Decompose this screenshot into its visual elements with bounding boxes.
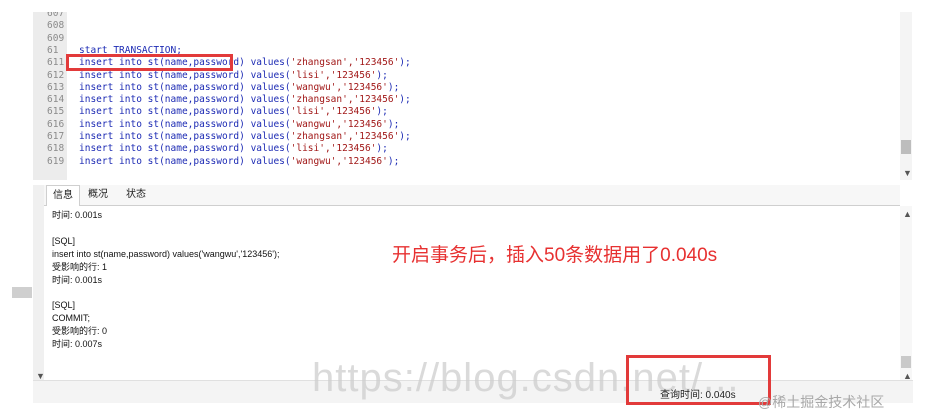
code-token: 'zhangsan','123456'	[290, 94, 400, 106]
message-line: 时间: 0.001s	[52, 210, 103, 220]
message-scroll-up-arrow-icon[interactable]: ▲	[903, 209, 912, 219]
code-text: insert into st(name,password) values('wa…	[79, 119, 399, 131]
code-token: insert into st(name,password) values(	[79, 69, 291, 81]
line-number: 607	[47, 12, 65, 19]
message-scroll-thumb[interactable]	[901, 356, 911, 368]
code-token: insert into st(name,password) values(	[79, 155, 291, 167]
code-text: insert into st(name,password) values('zh…	[79, 94, 411, 106]
editor-scroll-down-arrow-icon[interactable]: ▼	[903, 168, 912, 178]
code-token: 'wangwu','123456'	[290, 155, 388, 167]
code-token: 'zhangsan','123456'	[290, 131, 400, 142]
code-line[interactable]: 608	[33, 20, 893, 32]
code-token: insert into st(name,password) values(	[79, 131, 291, 142]
sql-editor[interactable]: 607 608 609 61 start TRANSACTION; 611 insert i…	[33, 12, 900, 180]
editor-scrollbar[interactable]	[900, 12, 912, 180]
code-token: );	[376, 106, 388, 118]
editor-scroll-thumb[interactable]	[901, 140, 911, 154]
status-scroll-up-arrow-icon[interactable]: ▲	[903, 371, 912, 381]
message-pane	[44, 206, 900, 380]
credit-text: @稀土掘金技术社区	[758, 394, 885, 410]
line-number: 609	[47, 32, 65, 44]
code-token: 'wangwu','123456'	[290, 81, 388, 93]
line-number: 617	[47, 131, 65, 142]
code-line[interactable]: 613 insert into st(name,password) values(…	[33, 82, 893, 94]
code-token: );	[387, 118, 400, 130]
code-line[interactable]: 619 insert into st(name,password) values(…	[33, 156, 893, 168]
transaction-highlight-box	[66, 54, 233, 71]
line-number: 615	[47, 106, 65, 118]
code-token: );	[387, 81, 400, 93]
code-text: insert into st(name,password) values('li…	[79, 106, 388, 118]
code-line[interactable]: 617 insert into st(name,password) values(…	[33, 131, 893, 143]
message-line: COMMIT;	[52, 313, 90, 323]
code-line[interactable]: 616 insert into st(name,password) values(…	[33, 119, 893, 131]
line-number: 619	[47, 155, 65, 167]
message-line: 时间: 0.001s	[52, 275, 103, 285]
code-token: insert into st(name,password) values(	[79, 143, 291, 155]
code-token: 'lisi','123456'	[290, 143, 377, 155]
code-line[interactable]: 612 insert into st(name,password) values(…	[33, 70, 893, 82]
tab-info[interactable]: 信息	[46, 185, 80, 207]
code-token: );	[376, 69, 388, 81]
line-number: 614	[47, 94, 65, 106]
code-text: insert into st(name,password) values('li…	[79, 70, 388, 82]
tab-status[interactable]: 状态	[120, 185, 152, 205]
code-token: 'zhangsan','123456'	[290, 57, 400, 69]
line-number: 608	[47, 20, 65, 32]
line-number: 61	[47, 44, 59, 56]
code-text: insert into st(name,password) values('zh…	[79, 131, 411, 143]
code-token: insert into st(name,password) values(	[79, 81, 291, 93]
result-left-edge	[33, 185, 44, 380]
message-line: 时间: 0.007s	[52, 339, 103, 349]
code-token: 'wangwu','123456'	[290, 118, 388, 130]
message-line: 受影响的行: 0	[52, 326, 108, 336]
code-line[interactable]: 607	[33, 12, 893, 20]
side-panel-handle[interactable]	[12, 287, 32, 298]
line-number: 616	[47, 118, 65, 130]
code-line[interactable]: 615 insert into st(name,password) values(…	[33, 106, 893, 118]
message-scrollbar[interactable]	[900, 206, 912, 380]
code-token: insert into st(name,password) values(	[79, 118, 291, 130]
code-line[interactable]: 609	[33, 33, 893, 45]
line-number: 618	[47, 143, 65, 155]
code-token: insert into st(name,password) values(	[79, 106, 291, 118]
code-token: );	[399, 57, 411, 69]
code-token: );	[387, 155, 400, 167]
line-number: 612	[47, 69, 65, 81]
code-token: );	[399, 131, 411, 142]
code-line[interactable]: 614 insert into st(name,password) values(…	[33, 94, 893, 106]
code-token: insert into st(name,password) values(	[79, 94, 291, 106]
message-line: [SQL]	[52, 236, 76, 246]
code-token: );	[399, 94, 411, 106]
code-token: );	[376, 143, 388, 155]
code-text: insert into st(name,password) values('wa…	[79, 82, 399, 94]
message-line: 受影响的行: 1	[52, 262, 108, 272]
query-time-highlight-box	[626, 355, 771, 405]
result-tabs: 信息 概况 状态	[44, 185, 900, 207]
code-token: 'lisi','123456'	[290, 106, 377, 118]
line-number: 613	[47, 81, 65, 93]
message-line: insert into st(name,password) values('wa…	[52, 249, 280, 259]
message-line: [SQL]	[52, 300, 76, 310]
tab-overview[interactable]: 概况	[82, 185, 114, 205]
code-text: insert into st(name,password) values('wa…	[79, 156, 399, 168]
code-line[interactable]: 618 insert into st(name,password) values(…	[33, 143, 893, 155]
timing-annotation: 开启事务后，插入50条数据用了0.040s	[392, 245, 718, 266]
line-number: 611	[47, 57, 65, 69]
left-scroll-down-arrow-icon[interactable]: ▼	[36, 371, 45, 381]
code-text: insert into st(name,password) values('li…	[79, 143, 388, 155]
code-token: 'lisi','123456'	[290, 69, 377, 81]
